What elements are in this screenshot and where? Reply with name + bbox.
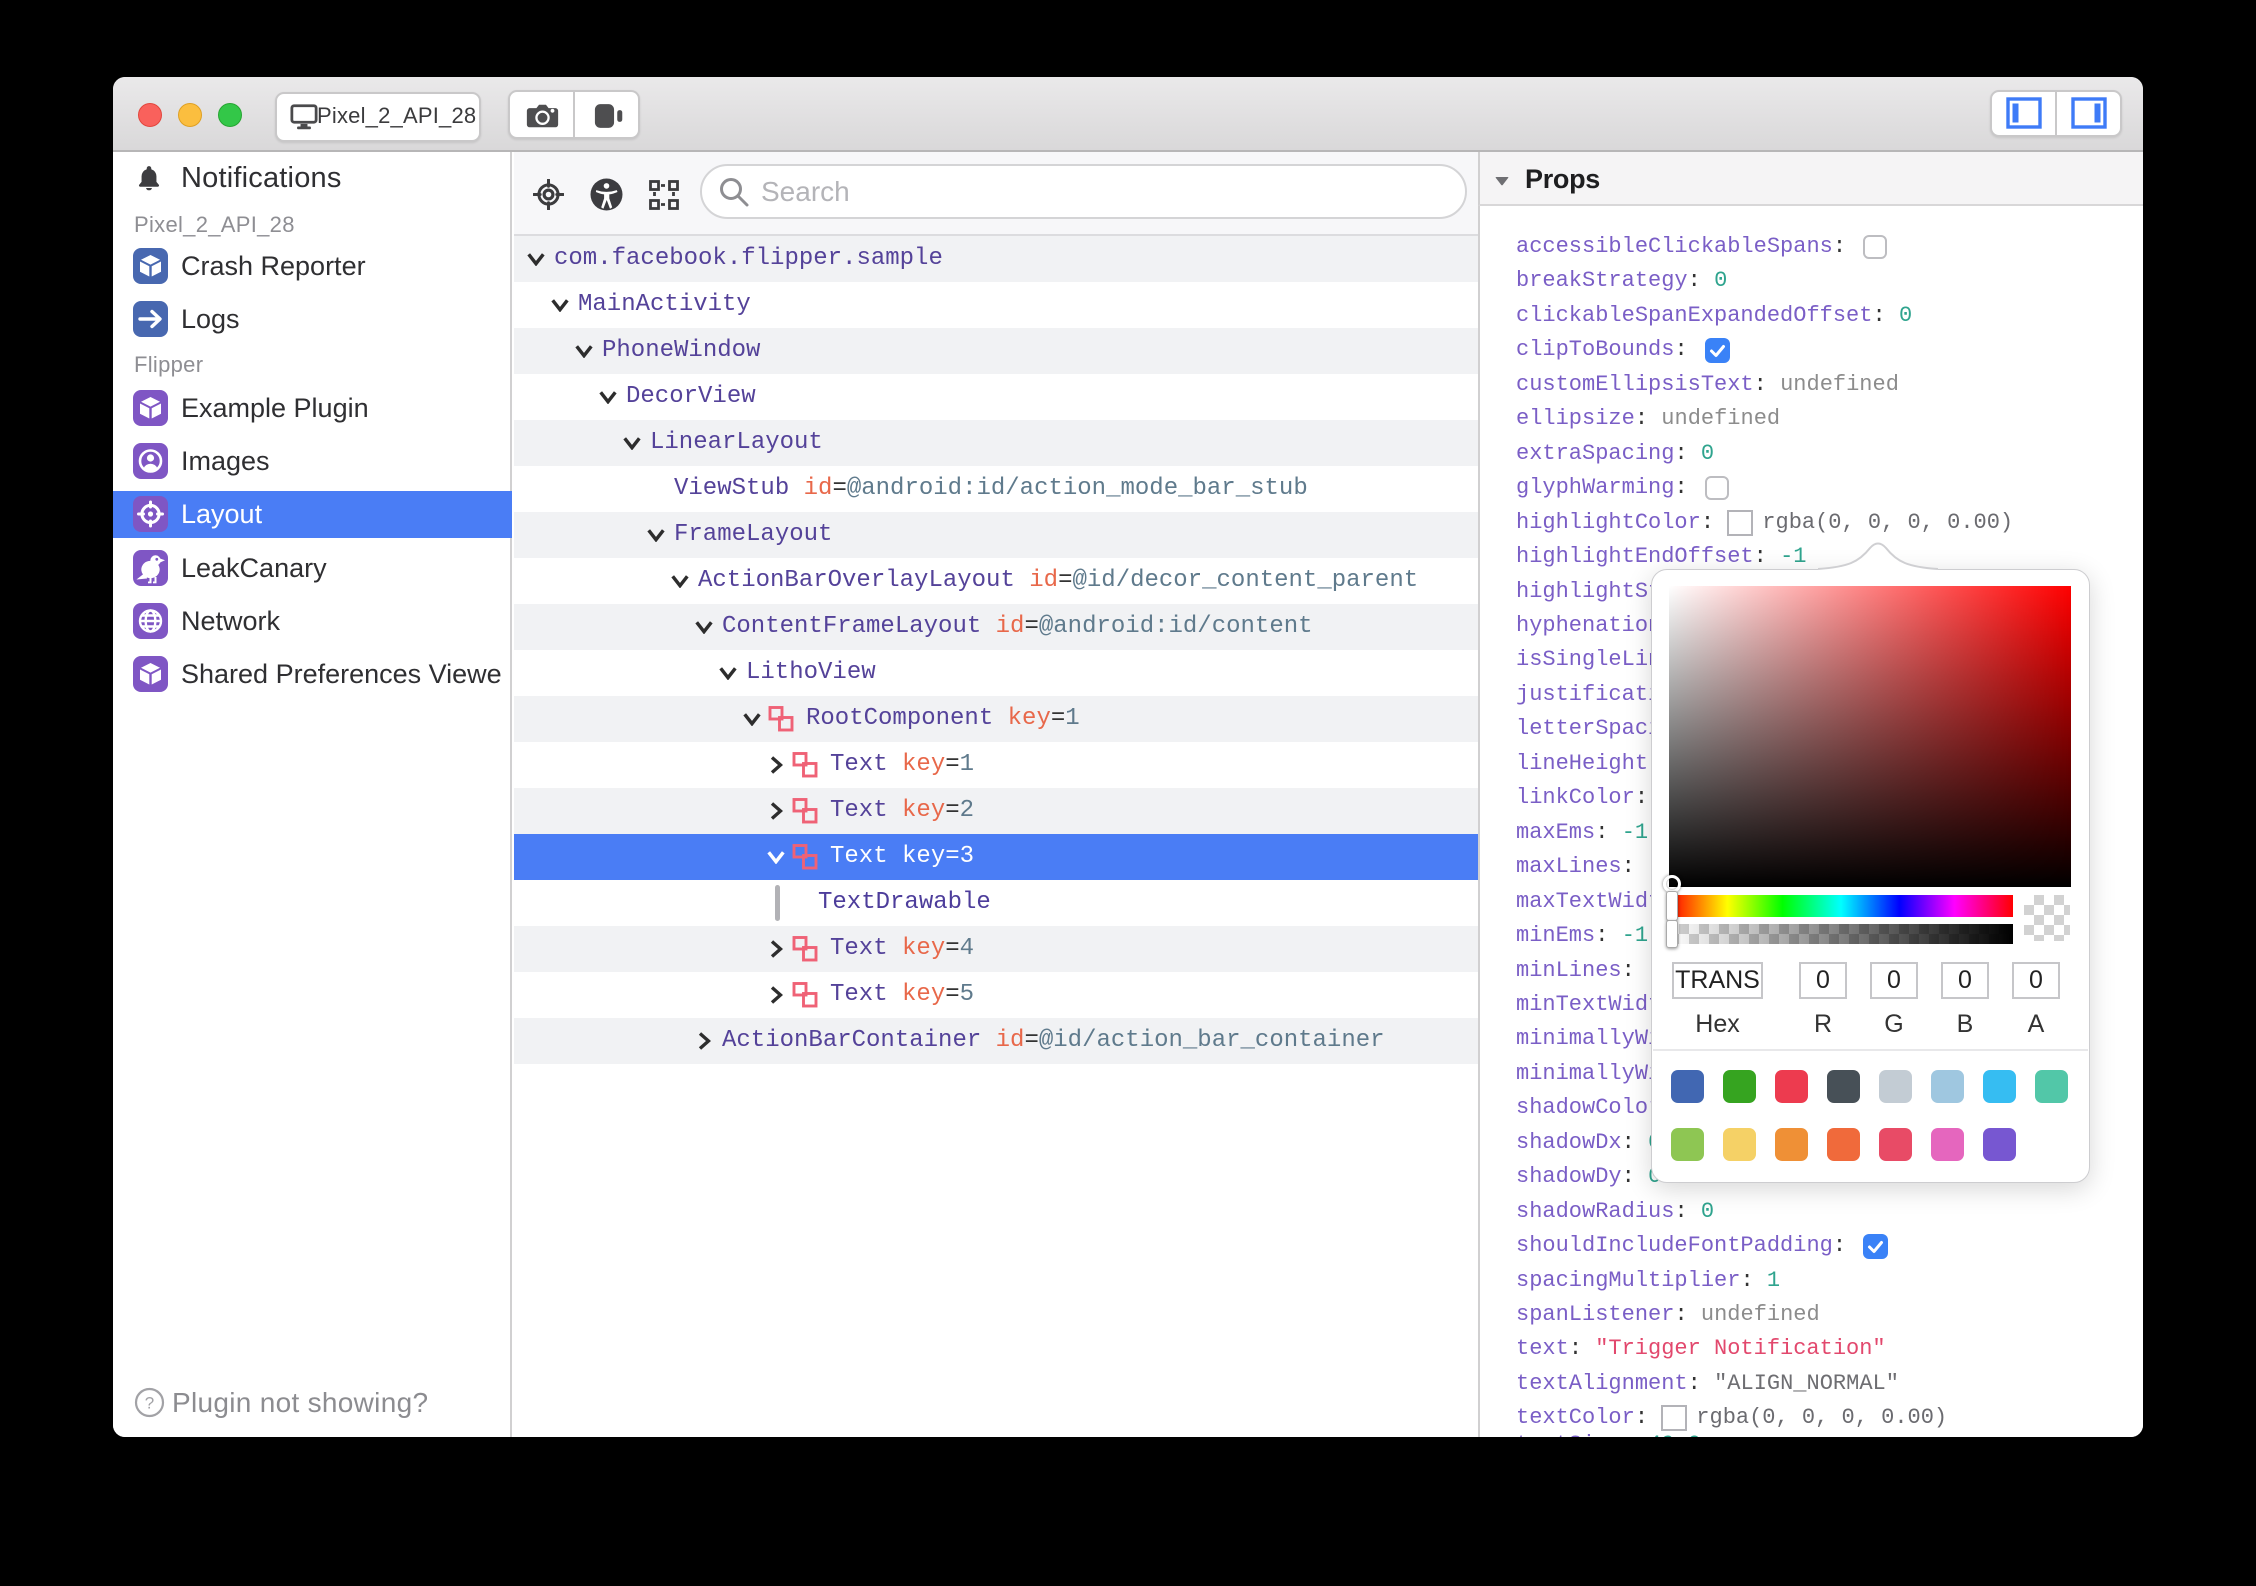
- svg-text:?: ?: [145, 1394, 154, 1413]
